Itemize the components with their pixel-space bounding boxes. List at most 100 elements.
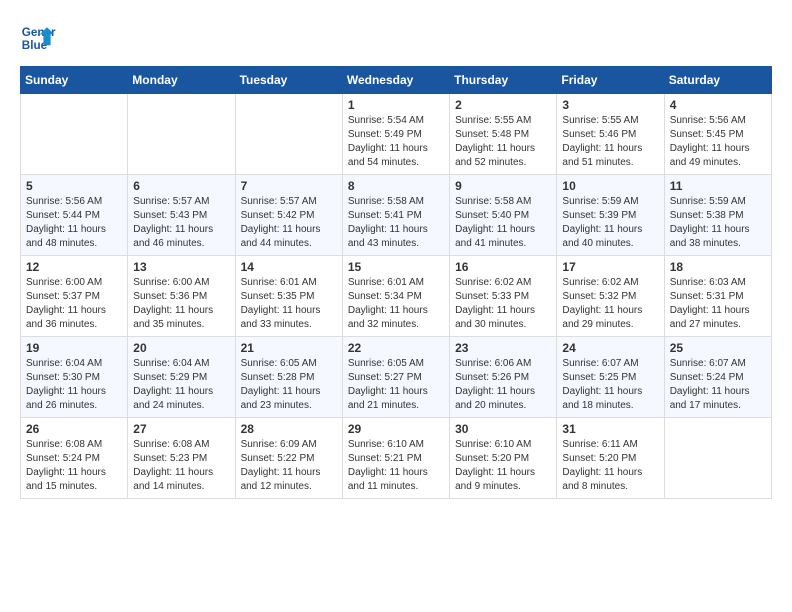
weekday-header: Friday	[557, 67, 664, 94]
day-number: 7	[241, 179, 337, 193]
weekday-header: Thursday	[450, 67, 557, 94]
calendar-week-row: 19 Sunrise: 6:04 AMSunset: 5:30 PMDaylig…	[21, 337, 772, 418]
weekday-header: Tuesday	[235, 67, 342, 94]
calendar-cell: 18 Sunrise: 6:03 AMSunset: 5:31 PMDaylig…	[664, 256, 771, 337]
day-info: Sunrise: 6:07 AMSunset: 5:25 PMDaylight:…	[562, 358, 642, 411]
calendar-week-row: 12 Sunrise: 6:00 AMSunset: 5:37 PMDaylig…	[21, 256, 772, 337]
calendar-cell: 31 Sunrise: 6:11 AMSunset: 5:20 PMDaylig…	[557, 418, 664, 499]
calendar-cell	[128, 94, 235, 175]
calendar-cell: 26 Sunrise: 6:08 AMSunset: 5:24 PMDaylig…	[21, 418, 128, 499]
calendar-cell: 12 Sunrise: 6:00 AMSunset: 5:37 PMDaylig…	[21, 256, 128, 337]
day-info: Sunrise: 5:58 AMSunset: 5:40 PMDaylight:…	[455, 196, 535, 249]
day-info: Sunrise: 6:10 AMSunset: 5:21 PMDaylight:…	[348, 439, 428, 492]
day-info: Sunrise: 6:05 AMSunset: 5:27 PMDaylight:…	[348, 358, 428, 411]
calendar-cell: 10 Sunrise: 5:59 AMSunset: 5:39 PMDaylig…	[557, 175, 664, 256]
day-number: 28	[241, 422, 337, 436]
day-number: 18	[670, 260, 766, 274]
calendar-cell: 4 Sunrise: 5:56 AMSunset: 5:45 PMDayligh…	[664, 94, 771, 175]
calendar-cell: 8 Sunrise: 5:58 AMSunset: 5:41 PMDayligh…	[342, 175, 449, 256]
day-number: 24	[562, 341, 658, 355]
calendar-cell: 16 Sunrise: 6:02 AMSunset: 5:33 PMDaylig…	[450, 256, 557, 337]
day-info: Sunrise: 6:04 AMSunset: 5:29 PMDaylight:…	[133, 358, 213, 411]
day-number: 30	[455, 422, 551, 436]
page-header: General Blue	[20, 20, 772, 56]
weekday-header: Wednesday	[342, 67, 449, 94]
day-number: 11	[670, 179, 766, 193]
day-info: Sunrise: 5:56 AMSunset: 5:45 PMDaylight:…	[670, 115, 750, 168]
calendar-cell: 6 Sunrise: 5:57 AMSunset: 5:43 PMDayligh…	[128, 175, 235, 256]
day-number: 10	[562, 179, 658, 193]
day-info: Sunrise: 5:59 AMSunset: 5:38 PMDaylight:…	[670, 196, 750, 249]
day-number: 12	[26, 260, 122, 274]
calendar-cell: 7 Sunrise: 5:57 AMSunset: 5:42 PMDayligh…	[235, 175, 342, 256]
weekday-header: Saturday	[664, 67, 771, 94]
day-number: 27	[133, 422, 229, 436]
day-info: Sunrise: 6:02 AMSunset: 5:33 PMDaylight:…	[455, 277, 535, 330]
calendar-cell: 20 Sunrise: 6:04 AMSunset: 5:29 PMDaylig…	[128, 337, 235, 418]
day-number: 3	[562, 98, 658, 112]
calendar-week-row: 26 Sunrise: 6:08 AMSunset: 5:24 PMDaylig…	[21, 418, 772, 499]
day-info: Sunrise: 5:55 AMSunset: 5:46 PMDaylight:…	[562, 115, 642, 168]
day-number: 26	[26, 422, 122, 436]
calendar-cell	[235, 94, 342, 175]
day-info: Sunrise: 6:09 AMSunset: 5:22 PMDaylight:…	[241, 439, 321, 492]
day-number: 23	[455, 341, 551, 355]
day-info: Sunrise: 5:55 AMSunset: 5:48 PMDaylight:…	[455, 115, 535, 168]
day-info: Sunrise: 6:00 AMSunset: 5:37 PMDaylight:…	[26, 277, 106, 330]
calendar-week-row: 1 Sunrise: 5:54 AMSunset: 5:49 PMDayligh…	[21, 94, 772, 175]
day-number: 2	[455, 98, 551, 112]
day-info: Sunrise: 5:56 AMSunset: 5:44 PMDaylight:…	[26, 196, 106, 249]
day-number: 14	[241, 260, 337, 274]
weekday-header: Monday	[128, 67, 235, 94]
calendar-cell: 2 Sunrise: 5:55 AMSunset: 5:48 PMDayligh…	[450, 94, 557, 175]
day-info: Sunrise: 5:57 AMSunset: 5:42 PMDaylight:…	[241, 196, 321, 249]
calendar-week-row: 5 Sunrise: 5:56 AMSunset: 5:44 PMDayligh…	[21, 175, 772, 256]
day-info: Sunrise: 6:07 AMSunset: 5:24 PMDaylight:…	[670, 358, 750, 411]
calendar-cell: 29 Sunrise: 6:10 AMSunset: 5:21 PMDaylig…	[342, 418, 449, 499]
calendar-cell: 3 Sunrise: 5:55 AMSunset: 5:46 PMDayligh…	[557, 94, 664, 175]
calendar-cell: 15 Sunrise: 6:01 AMSunset: 5:34 PMDaylig…	[342, 256, 449, 337]
day-info: Sunrise: 5:58 AMSunset: 5:41 PMDaylight:…	[348, 196, 428, 249]
calendar-cell: 17 Sunrise: 6:02 AMSunset: 5:32 PMDaylig…	[557, 256, 664, 337]
day-number: 17	[562, 260, 658, 274]
day-number: 31	[562, 422, 658, 436]
calendar-cell: 25 Sunrise: 6:07 AMSunset: 5:24 PMDaylig…	[664, 337, 771, 418]
day-number: 13	[133, 260, 229, 274]
calendar-cell: 14 Sunrise: 6:01 AMSunset: 5:35 PMDaylig…	[235, 256, 342, 337]
day-number: 9	[455, 179, 551, 193]
calendar-cell: 27 Sunrise: 6:08 AMSunset: 5:23 PMDaylig…	[128, 418, 235, 499]
day-number: 5	[26, 179, 122, 193]
calendar-cell: 23 Sunrise: 6:06 AMSunset: 5:26 PMDaylig…	[450, 337, 557, 418]
day-info: Sunrise: 6:05 AMSunset: 5:28 PMDaylight:…	[241, 358, 321, 411]
calendar-cell: 11 Sunrise: 5:59 AMSunset: 5:38 PMDaylig…	[664, 175, 771, 256]
weekday-header: Sunday	[21, 67, 128, 94]
day-number: 1	[348, 98, 444, 112]
calendar-cell: 28 Sunrise: 6:09 AMSunset: 5:22 PMDaylig…	[235, 418, 342, 499]
day-number: 15	[348, 260, 444, 274]
weekday-header-row: SundayMondayTuesdayWednesdayThursdayFrid…	[21, 67, 772, 94]
calendar-cell: 24 Sunrise: 6:07 AMSunset: 5:25 PMDaylig…	[557, 337, 664, 418]
day-info: Sunrise: 6:08 AMSunset: 5:23 PMDaylight:…	[133, 439, 213, 492]
calendar-cell: 22 Sunrise: 6:05 AMSunset: 5:27 PMDaylig…	[342, 337, 449, 418]
day-info: Sunrise: 5:54 AMSunset: 5:49 PMDaylight:…	[348, 115, 428, 168]
day-number: 4	[670, 98, 766, 112]
day-number: 22	[348, 341, 444, 355]
day-info: Sunrise: 6:00 AMSunset: 5:36 PMDaylight:…	[133, 277, 213, 330]
day-number: 25	[670, 341, 766, 355]
logo-icon: General Blue	[20, 20, 56, 56]
day-number: 20	[133, 341, 229, 355]
day-info: Sunrise: 6:04 AMSunset: 5:30 PMDaylight:…	[26, 358, 106, 411]
calendar-cell: 1 Sunrise: 5:54 AMSunset: 5:49 PMDayligh…	[342, 94, 449, 175]
calendar-cell: 21 Sunrise: 6:05 AMSunset: 5:28 PMDaylig…	[235, 337, 342, 418]
day-info: Sunrise: 6:02 AMSunset: 5:32 PMDaylight:…	[562, 277, 642, 330]
day-number: 8	[348, 179, 444, 193]
logo: General Blue	[20, 20, 56, 56]
calendar-cell: 19 Sunrise: 6:04 AMSunset: 5:30 PMDaylig…	[21, 337, 128, 418]
day-number: 29	[348, 422, 444, 436]
day-number: 19	[26, 341, 122, 355]
day-number: 6	[133, 179, 229, 193]
calendar-cell	[664, 418, 771, 499]
day-info: Sunrise: 6:08 AMSunset: 5:24 PMDaylight:…	[26, 439, 106, 492]
day-number: 16	[455, 260, 551, 274]
calendar-cell: 13 Sunrise: 6:00 AMSunset: 5:36 PMDaylig…	[128, 256, 235, 337]
